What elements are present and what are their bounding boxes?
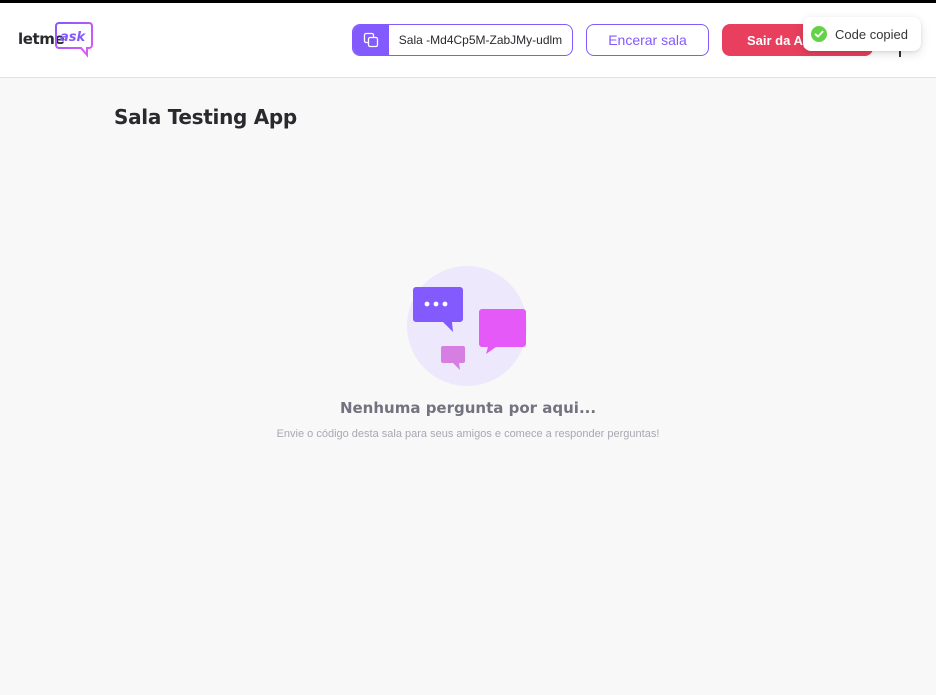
logo-accent: ask (60, 30, 87, 45)
header: letme ask Sala -Md4Cp5M-ZabJMy-udlm Ence… (0, 3, 936, 78)
end-room-button[interactable]: Encerar sala (586, 24, 709, 56)
toast-message: Code copied (835, 26, 908, 42)
check-circle-icon (811, 26, 827, 42)
copy-icon (353, 25, 389, 55)
chat-bubbles-illustration (406, 264, 530, 393)
room-code-label: Sala -Md4Cp5M-ZabJMy-udlm (398, 33, 563, 47)
copy-room-code-button[interactable]: Sala -Md4Cp5M-ZabJMy-udlm (352, 24, 573, 56)
toast-notification: Code copied (803, 17, 921, 51)
page-title: Sala Testing App (114, 105, 297, 129)
empty-state-description: Envie o código desta sala para seus amig… (276, 428, 660, 440)
logo-bubble-icon: ask (55, 22, 93, 58)
letmeask-logo[interactable]: letme ask (18, 21, 98, 61)
empty-state-title: Nenhuma pergunta por aqui... (339, 399, 597, 417)
